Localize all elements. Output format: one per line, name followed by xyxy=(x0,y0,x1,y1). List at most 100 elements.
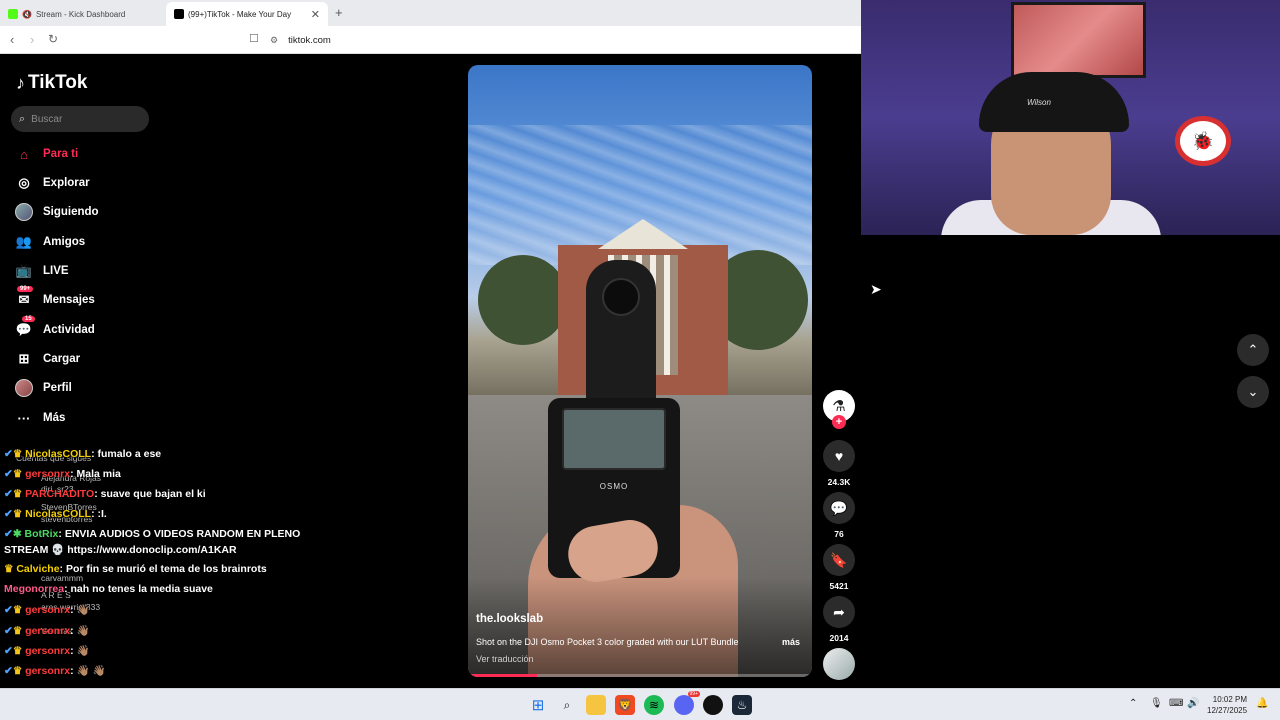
tab-title: (99+)TikTok - Make Your Day xyxy=(188,9,292,19)
verified-icon: ✔ xyxy=(4,665,13,677)
volume-icon[interactable]: 🔊 xyxy=(1187,698,1199,709)
background-monitor xyxy=(1011,2,1146,78)
tiktok-logo[interactable]: ♪ TikTok xyxy=(16,72,87,94)
verified-icon: ✔ xyxy=(4,488,13,500)
chat-message: ✔♛ NicolasCOLL: fumalo a ese xyxy=(4,448,162,460)
sidebar-item-label: Perfil xyxy=(43,382,72,394)
verified-icon: ✔ xyxy=(4,528,13,540)
video-username[interactable]: the.lookslab xyxy=(476,613,543,625)
sidebar-item-amigos[interactable]: 👥 Amigos xyxy=(14,231,194,253)
url-text: tiktok.com xyxy=(288,34,331,46)
profile-avatar-icon xyxy=(14,379,34,397)
save-button[interactable]: 🔖 5421 xyxy=(822,544,856,591)
chat-message: ✔♛ NicolasCOLL: :I. xyxy=(4,508,107,520)
chat-username: PARCHADITO xyxy=(25,488,95,500)
sidebar-item-live[interactable]: 📺 LIVE xyxy=(14,260,194,282)
show-hidden-icons[interactable]: ⌃ xyxy=(1129,698,1137,709)
bookmark-icon: 🔖 xyxy=(823,544,855,576)
music-disc-button[interactable] xyxy=(822,648,856,680)
chat-username: BotRix xyxy=(24,528,59,540)
tab-tiktok[interactable]: (99+)TikTok - Make Your Day ✕ xyxy=(166,2,328,26)
search-input[interactable]: ⌕ Buscar xyxy=(11,106,149,132)
discord-badge: 99+ xyxy=(687,691,700,697)
follow-plus-icon[interactable]: + xyxy=(832,415,846,429)
chat-message: ✔♛ gersonrx: 👋🏽 xyxy=(4,625,90,637)
close-tab-icon[interactable]: ✕ xyxy=(311,8,320,21)
site-settings-icon[interactable]: ⚙ xyxy=(270,35,278,46)
new-tab-icon[interactable]: + xyxy=(335,5,343,20)
verified-icon: ✔ xyxy=(4,468,13,480)
tab-kick-dashboard[interactable]: 🔇 Stream - Kick Dashboard xyxy=(0,2,166,26)
bookmark-icon[interactable]: ☐ xyxy=(249,32,259,45)
streamer-cap: Wilson xyxy=(979,72,1129,132)
chat-message: Megonorrea: nah no tenes la media suave xyxy=(4,583,213,595)
clock-date: 12/27/2025 xyxy=(1207,706,1248,715)
live-tv-icon: 📺 xyxy=(15,263,33,278)
video-description: Shot on the DJI Osmo Pocket 3 color grad… xyxy=(476,637,739,647)
crown-icon: ♛ xyxy=(12,468,23,480)
camera-brand-label: OSMO xyxy=(599,482,629,491)
sidebar-item-explorar[interactable]: ◎ Explorar xyxy=(14,172,194,194)
sidebar-item-actividad[interactable]: 💬 15 Actividad xyxy=(14,316,194,341)
chat-text: 👋🏽 xyxy=(76,645,90,657)
author-avatar-button[interactable]: ⚗ + xyxy=(822,390,856,429)
video-tree xyxy=(478,255,568,345)
chat-username: gersonrx xyxy=(25,665,71,677)
discord-icon[interactable]: 99+ xyxy=(674,691,700,715)
translate-link[interactable]: Ver traducción xyxy=(476,654,534,664)
steam-icon[interactable]: ♨ xyxy=(732,695,752,715)
file-explorer-icon[interactable] xyxy=(586,695,606,715)
video-progress-bar[interactable] xyxy=(468,674,812,677)
next-video-button[interactable]: ⌄ xyxy=(1237,376,1269,408)
reload-icon[interactable]: ↻ xyxy=(48,32,58,46)
video-progress-fill xyxy=(468,674,537,677)
search-icon[interactable]: ⌕ xyxy=(557,695,577,715)
share-button[interactable]: ➦ 2014 xyxy=(822,596,856,643)
chat-username: NicolasCOLL xyxy=(25,448,92,460)
address-bar[interactable]: ⚙ tiktok.com xyxy=(270,31,331,49)
messages-badge: 99+ xyxy=(17,286,34,292)
more-icon: ··· xyxy=(17,410,31,426)
notification-bell-icon[interactable]: 🔔 xyxy=(1256,698,1268,709)
browser-tab-bar: 🔇 Stream - Kick Dashboard (99+)TikTok - … xyxy=(0,0,861,26)
chat-text: STREAM 💀 https://www.donoclip.com/A1KAR xyxy=(4,544,237,556)
activity-icon: 💬 15 xyxy=(14,316,35,339)
system-clock[interactable]: 10:02 PM 12/27/2025 xyxy=(1207,694,1247,716)
chat-message: ✔♛ gersonrx: Mala mia xyxy=(4,468,121,480)
sidebar-item-para-ti[interactable]: ⌂ Para ti xyxy=(14,143,194,165)
video-gimbal xyxy=(586,260,656,410)
comment-count: 76 xyxy=(834,529,844,539)
webcam-overlay: Wilson 🐞 xyxy=(861,0,1280,235)
forward-icon[interactable]: › xyxy=(30,32,34,47)
comment-button[interactable]: 💬 76 xyxy=(822,492,856,539)
messages-icon: ✉ 99+ xyxy=(14,286,34,309)
obs-icon[interactable] xyxy=(703,695,723,715)
chat-username: gersonrx xyxy=(25,604,71,616)
windows-start-icon[interactable]: ⊞ xyxy=(528,695,548,715)
spotify-icon[interactable]: ≋ xyxy=(644,695,664,715)
microphone-icon[interactable]: 🎙 xyxy=(1150,698,1163,709)
chat-text: suave que bajan el ki xyxy=(100,488,206,500)
sidebar-item-perfil[interactable]: Perfil xyxy=(14,377,194,399)
network-icon[interactable]: ⌨ xyxy=(1169,698,1183,709)
chat-username: Megonorrea xyxy=(4,583,65,595)
like-button[interactable]: ♥ 24.3K xyxy=(822,440,856,487)
previous-video-button[interactable]: ⌃ xyxy=(1237,334,1269,366)
back-icon[interactable]: ‹ xyxy=(10,32,14,47)
video-player[interactable]: OSMO the.lookslab Shot on the DJI Osmo P… xyxy=(468,65,812,677)
heart-icon: ♥ xyxy=(823,440,855,472)
activity-badge: 15 xyxy=(22,316,35,322)
chat-text: nah no tenes la media suave xyxy=(70,583,213,595)
crown-icon: ♛ xyxy=(4,563,14,575)
chat-username: gersonrx xyxy=(25,645,71,657)
chat-text: Por fin se murió el tema de los brainrot… xyxy=(65,563,267,575)
sidebar-item-mas[interactable]: ··· Más xyxy=(14,407,194,429)
crown-icon: ♛ xyxy=(12,604,23,616)
video-more-link[interactable]: más xyxy=(782,637,800,647)
crown-icon: ♛ xyxy=(12,645,23,657)
sidebar-item-cargar[interactable]: ⊞ Cargar xyxy=(14,348,194,370)
sidebar-item-mensajes[interactable]: ✉ 99+ Mensajes xyxy=(14,286,194,311)
sidebar-item-siguiendo[interactable]: Siguiendo xyxy=(14,201,194,223)
brave-browser-icon[interactable]: 🦁 xyxy=(615,695,635,715)
chat-username: NicolasCOLL xyxy=(25,508,92,520)
